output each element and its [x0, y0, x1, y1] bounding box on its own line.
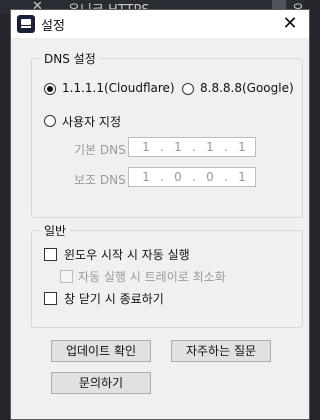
primary-dns-input[interactable]: 1 . 1 . 1 . 1 [128, 137, 256, 157]
dialog-title: 설정 [41, 19, 65, 34]
radio-google-label[interactable]: 8.8.8.8(Google) [200, 81, 294, 95]
ip-separator: . [224, 170, 228, 184]
exit-on-close-label[interactable]: 창 닫기 시 종료하기 [64, 290, 164, 307]
radio-custom-label[interactable]: 사용자 지정 [62, 113, 121, 130]
dns-settings-group: DNS 설정 1.1.1.1(Cloudflare) 8.8.8.8(Googl… [31, 50, 303, 218]
autostart-checkbox[interactable] [44, 248, 57, 261]
app-icon [17, 15, 35, 33]
radio-custom[interactable] [44, 115, 56, 127]
settings-dialog: 설정 ✕ DNS 설정 1.1.1.1(Cloudflare) 8.8.8.8(… [10, 9, 310, 420]
autostart-label[interactable]: 윈도우 시작 시 자동 실행 [64, 246, 190, 263]
secondary-dns-octet-3: 0 [206, 170, 214, 184]
general-settings-group: 일반 윈도우 시작 시 자동 실행 자동 실행 시 트레이로 최소화 창 닫기 … [31, 222, 303, 328]
ip-separator: . [160, 170, 164, 184]
primary-dns-octet-3: 1 [206, 140, 214, 154]
minimize-to-tray-label: 자동 실행 시 트레이로 최소화 [78, 270, 226, 284]
primary-dns-label: 기본 DNS [74, 143, 126, 157]
check-update-button[interactable]: 업데이트 확인 [51, 340, 151, 362]
primary-dns-octet-1: 1 [142, 140, 150, 154]
secondary-dns-octet-1: 1 [142, 170, 150, 184]
primary-dns-octet-2: 1 [174, 140, 182, 154]
background-app-left [0, 0, 10, 420]
radio-cloudflare-label[interactable]: 1.1.1.1(Cloudflare) [62, 81, 175, 95]
secondary-dns-octet-2: 0 [174, 170, 182, 184]
contact-button[interactable]: 문의하기 [51, 372, 151, 394]
general-group-label: 일반 [40, 222, 71, 239]
minimize-to-tray-checkbox[interactable] [60, 270, 73, 283]
ip-separator: . [192, 140, 196, 154]
ip-separator: . [160, 140, 164, 154]
secondary-dns-label: 보조 DNS [74, 173, 126, 187]
radio-cloudflare[interactable] [44, 83, 56, 95]
close-icon[interactable]: ✕ [279, 13, 301, 35]
ip-separator: . [224, 140, 228, 154]
radio-google[interactable] [182, 83, 194, 95]
primary-dns-octet-4: 1 [238, 140, 246, 154]
ip-separator: . [192, 170, 196, 184]
exit-on-close-checkbox[interactable] [44, 292, 57, 305]
secondary-dns-input[interactable]: 1 . 0 . 0 . 1 [128, 167, 256, 187]
dns-group-label: DNS 설정 [40, 50, 100, 67]
dialog-titlebar: 설정 ✕ [11, 10, 309, 38]
secondary-dns-octet-4: 1 [238, 170, 246, 184]
faq-button[interactable]: 자주하는 질문 [171, 340, 271, 362]
